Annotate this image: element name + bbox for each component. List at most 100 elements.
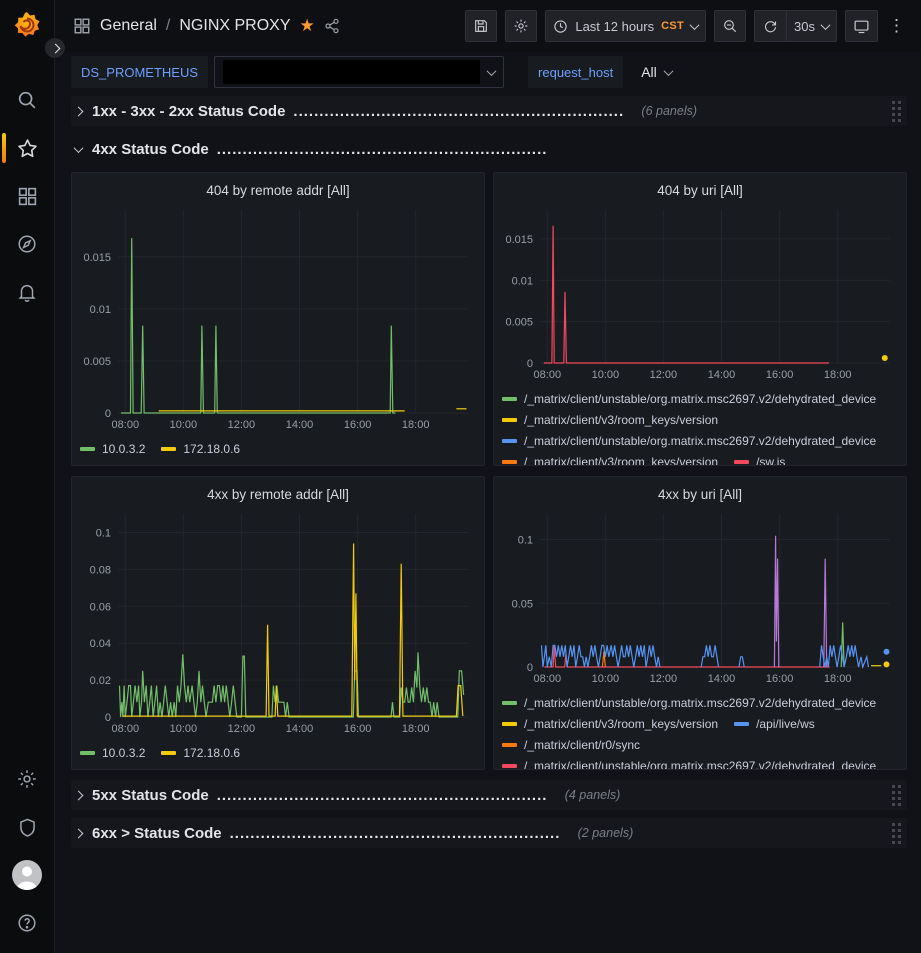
svg-text:18:00: 18:00: [402, 419, 430, 431]
compass-icon: [16, 233, 38, 255]
kebab-icon: ⋮: [888, 16, 905, 36]
row-title: 6xx > Status Code: [92, 825, 222, 842]
legend-item[interactable]: /sw.js: [734, 455, 785, 466]
breadcrumb-separator: /: [166, 17, 170, 35]
time-range-picker[interactable]: Last 12 hours CST: [545, 10, 706, 42]
shield-icon: [17, 817, 38, 838]
legend-item[interactable]: /_matrix/client/v3/room_keys/version: [502, 717, 718, 731]
panel-title[interactable]: 4xx by uri [All]: [502, 482, 898, 506]
svg-text:16:00: 16:00: [344, 419, 372, 431]
search-icon: [16, 89, 38, 111]
panel-404-by-remote-addr: 404 by remote addr [All] 00.0050.010.015…: [71, 172, 485, 466]
sidebar-expand-button[interactable]: [44, 37, 66, 59]
row-header-4xx[interactable]: 4xx Status Code ........................…: [71, 134, 907, 164]
legend-item[interactable]: /_matrix/client/unstable/org.matrix.msc2…: [502, 759, 876, 770]
chevron-right-icon: [74, 106, 84, 116]
svg-text:0.015: 0.015: [505, 234, 533, 246]
breadcrumb-page-title[interactable]: NGINX PROXY: [179, 17, 290, 35]
save-dashboard-button[interactable]: [465, 10, 497, 42]
sidebar-item-dashboards[interactable]: [0, 172, 55, 220]
sidebar-item-help[interactable]: [0, 899, 55, 947]
legend-item[interactable]: 10.0.3.2: [80, 442, 145, 456]
legend-label: /_matrix/client/unstable/org.matrix.msc2…: [524, 759, 876, 770]
legend-label: 172.18.0.6: [183, 442, 240, 456]
svg-text:18:00: 18:00: [824, 673, 852, 685]
kebab-menu-button[interactable]: ⋮: [886, 10, 907, 42]
sidebar-item-configuration[interactable]: [0, 755, 55, 803]
grafana-logo-icon[interactable]: [12, 10, 42, 40]
row-leader-dots: ........................................…: [230, 825, 560, 842]
person-icon: [12, 860, 42, 890]
row-title: 1xx - 3xx - 2xx Status Code: [92, 103, 285, 120]
panel-title[interactable]: 404 by remote addr [All]: [80, 178, 476, 202]
legend-item[interactable]: /_matrix/client/unstable/org.matrix.msc2…: [502, 696, 876, 710]
legend-item[interactable]: 172.18.0.6: [161, 442, 240, 456]
chevron-right-icon: [74, 828, 84, 838]
tv-mode-button[interactable]: [845, 10, 878, 42]
panel-legend: 10.0.3.2 172.18.0.6: [80, 442, 476, 456]
legend-swatch: [502, 439, 517, 443]
legend-label: 172.18.0.6: [183, 746, 240, 760]
chevron-down-icon: [821, 20, 831, 30]
panel-grid-row-1: 404 by remote addr [All] 00.0050.010.015…: [71, 172, 907, 466]
svg-text:0.04: 0.04: [90, 638, 111, 650]
breadcrumb-section[interactable]: General: [100, 17, 157, 35]
sidebar-item-explore[interactable]: [0, 220, 55, 268]
sidebar-item-profile[interactable]: [0, 851, 55, 899]
chevron-right-icon: [50, 43, 60, 53]
panel-title[interactable]: 4xx by remote addr [All]: [80, 482, 476, 506]
svg-text:12:00: 12:00: [650, 673, 678, 685]
legend-swatch: [80, 447, 95, 451]
panel-legend: /_matrix/client/unstable/org.matrix.msc2…: [502, 696, 898, 770]
datasource-variable-select[interactable]: [214, 56, 504, 88]
chevron-down-icon: [74, 143, 84, 153]
legend-item[interactable]: /_matrix/client/r0/sync: [502, 738, 640, 752]
refresh-interval-picker[interactable]: 30s: [786, 10, 837, 42]
datasource-variable-label: DS_PROMETHEUS: [71, 56, 208, 88]
svg-text:16:00: 16:00: [766, 673, 794, 685]
legend-item[interactable]: /_matrix/client/unstable/org.matrix.msc2…: [502, 392, 876, 406]
row-drag-handle[interactable]: [892, 785, 901, 806]
row-header-1xx-3xx-2xx[interactable]: 1xx - 3xx - 2xx Status Code ............…: [71, 96, 907, 126]
dashboard-settings-button[interactable]: [505, 10, 537, 42]
legend-label: 10.0.3.2: [102, 442, 145, 456]
sidebar-item-alerting[interactable]: [0, 268, 55, 316]
legend-item[interactable]: /api/live/ws: [734, 717, 815, 731]
svg-text:08:00: 08:00: [112, 419, 140, 431]
row-title: 4xx Status Code: [92, 141, 209, 158]
chart-canvas: 00.020.040.060.080.108:0010:0012:0014:00…: [80, 506, 476, 741]
legend-item[interactable]: 10.0.3.2: [80, 746, 145, 760]
sidebar-item-server-admin[interactable]: [0, 803, 55, 851]
row-drag-handle[interactable]: [892, 823, 901, 844]
row-header-5xx[interactable]: 5xx Status Code ........................…: [71, 780, 907, 810]
legend-item[interactable]: /_matrix/client/unstable/org.matrix.msc2…: [502, 434, 876, 448]
row-header-6xx[interactable]: 6xx > Status Code ......................…: [71, 818, 907, 848]
panel-title[interactable]: 404 by uri [All]: [502, 178, 898, 202]
svg-text:0.01: 0.01: [90, 304, 111, 316]
panel-4xx-by-uri: 4xx by uri [All] 00.050.108:0010:0012:00…: [493, 476, 907, 770]
svg-text:14:00: 14:00: [286, 419, 314, 431]
sidebar-item-search[interactable]: [0, 76, 55, 124]
row-drag-handle[interactable]: [892, 101, 901, 122]
sidebar-item-starred[interactable]: [0, 124, 55, 172]
zoom-out-button[interactable]: [714, 10, 746, 42]
panel-404-by-uri: 404 by uri [All] 00.0050.010.01508:0010:…: [493, 172, 907, 466]
chevron-down-icon: [690, 20, 700, 30]
legend-item[interactable]: /_matrix/client/v3/room_keys/version: [502, 413, 718, 427]
legend-swatch: [80, 751, 95, 755]
request-host-variable-label: request_host: [528, 56, 623, 88]
legend-item[interactable]: /_matrix/client/v3/room_keys/version: [502, 455, 718, 466]
svg-text:10:00: 10:00: [592, 369, 620, 381]
share-icon[interactable]: [324, 18, 340, 34]
request-host-variable-select[interactable]: All: [629, 56, 684, 88]
time-range-label: Last 12 hours: [575, 19, 654, 34]
favorite-star-icon[interactable]: ★: [300, 16, 315, 36]
refresh-button[interactable]: [754, 10, 786, 42]
dashboard-header: General / NGINX PROXY ★ Last 12 hours CS…: [55, 0, 921, 52]
svg-text:0: 0: [105, 408, 111, 420]
panel-legend: 10.0.3.2 172.18.0.6: [80, 746, 476, 760]
request-host-value: All: [641, 64, 657, 80]
legend-item[interactable]: 172.18.0.6: [161, 746, 240, 760]
svg-text:0: 0: [527, 358, 533, 370]
legend-swatch: [502, 701, 517, 705]
